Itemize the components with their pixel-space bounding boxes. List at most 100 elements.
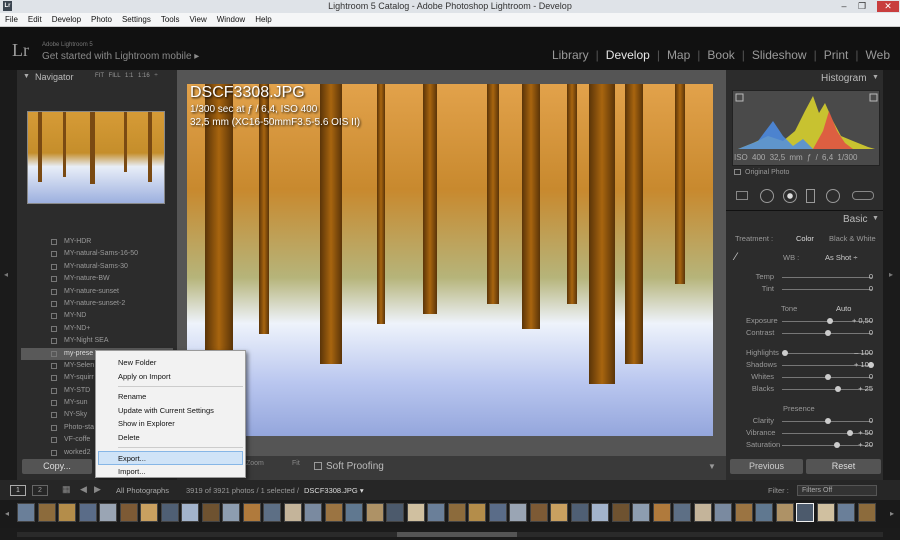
filmstrip-thumbnail[interactable] bbox=[58, 503, 76, 522]
menu-item-photo[interactable]: Photo bbox=[86, 13, 117, 27]
filmstrip-thumbnail[interactable] bbox=[263, 503, 281, 522]
filmstrip-thumbnail[interactable] bbox=[181, 503, 199, 522]
selected-filename[interactable]: DSCF3308.JPG ▾ bbox=[304, 486, 364, 495]
filmstrip-thumbnail[interactable] bbox=[468, 503, 486, 522]
filmstrip-thumbnail[interactable] bbox=[714, 503, 732, 522]
filmstrip-thumbnail[interactable] bbox=[591, 503, 609, 522]
module-slideshow[interactable]: Slideshow bbox=[752, 48, 807, 62]
filmstrip-thumbnail[interactable] bbox=[160, 503, 179, 522]
preset-item[interactable]: MY-natural-Sams-30 bbox=[21, 261, 173, 273]
preset-item[interactable]: MY-HDR bbox=[21, 236, 173, 248]
filmstrip-left-icon[interactable]: ◂ bbox=[5, 509, 9, 518]
slider-thumb-highlights[interactable] bbox=[782, 350, 788, 356]
filmstrip-thumbnail[interactable] bbox=[140, 503, 158, 522]
slider-value-exposure[interactable]: + 0,50 bbox=[833, 316, 873, 325]
collapse-left-icon[interactable]: ◂ bbox=[4, 270, 8, 279]
treatment-color-option[interactable]: Color bbox=[796, 234, 814, 243]
menu-item-window[interactable]: Window bbox=[212, 13, 250, 27]
adjustment-brush-icon[interactable] bbox=[852, 191, 874, 200]
filmstrip-thumbnail[interactable] bbox=[365, 503, 384, 522]
slider-value-whites[interactable]: 0 bbox=[833, 372, 873, 381]
module-book[interactable]: Book bbox=[707, 48, 734, 62]
filmstrip-thumbnail[interactable] bbox=[755, 503, 773, 522]
slider-value-clarity[interactable]: 0 bbox=[833, 416, 873, 425]
context-item-rename[interactable]: Rename bbox=[96, 390, 245, 404]
previous-button[interactable]: Previous bbox=[730, 459, 803, 474]
filmstrip-thumbnail[interactable] bbox=[386, 503, 404, 522]
context-item-apply-on-import[interactable]: Apply on Import bbox=[96, 370, 245, 384]
menu-item-edit[interactable]: Edit bbox=[23, 13, 47, 27]
filmstrip-thumbnail[interactable] bbox=[857, 503, 876, 522]
spot-removal-icon[interactable] bbox=[760, 189, 774, 203]
slider-value-tint[interactable]: 0 bbox=[833, 284, 873, 293]
filmstrip-thumbnail[interactable] bbox=[427, 503, 445, 522]
preset-item[interactable]: MY-ND bbox=[21, 310, 173, 322]
filmstrip-thumbnail[interactable] bbox=[447, 503, 466, 522]
preset-item[interactable]: MY-nature-sunset-2 bbox=[21, 298, 173, 310]
module-develop[interactable]: Develop bbox=[606, 48, 650, 62]
module-print[interactable]: Print bbox=[824, 48, 849, 62]
filmstrip-thumbnail[interactable] bbox=[345, 503, 363, 522]
filmstrip-thumbnail[interactable] bbox=[611, 503, 630, 522]
menu-item-file[interactable]: File bbox=[0, 13, 23, 27]
filmstrip-thumbnail[interactable] bbox=[37, 503, 56, 522]
filmstrip-thumbnail[interactable] bbox=[673, 503, 691, 522]
preset-item[interactable]: MY-ND+ bbox=[21, 323, 173, 335]
red-eye-icon[interactable] bbox=[783, 189, 797, 203]
filmstrip-thumbnail[interactable] bbox=[775, 503, 794, 522]
slider-value-saturation[interactable]: + 20 bbox=[833, 440, 873, 449]
mobile-promo-link[interactable]: Get started with Lightroom mobile ▸ bbox=[42, 51, 199, 62]
menu-item-help[interactable]: Help bbox=[250, 13, 276, 27]
navigator-preview[interactable] bbox=[27, 111, 165, 204]
filter-dropdown[interactable]: Filters Off bbox=[797, 485, 877, 496]
filmstrip-thumbnail[interactable] bbox=[570, 503, 589, 522]
filmstrip-scrollbar[interactable] bbox=[17, 532, 883, 537]
slider-value-contrast[interactable]: 0 bbox=[833, 328, 873, 337]
radial-filter-icon[interactable] bbox=[826, 189, 840, 203]
close-button[interactable]: ✕ bbox=[877, 1, 899, 12]
filmstrip-thumbnail[interactable] bbox=[17, 503, 35, 522]
filmstrip-thumbnail[interactable] bbox=[283, 503, 302, 522]
filmstrip-thumbnail[interactable] bbox=[304, 503, 322, 522]
preset-item[interactable]: MY-nature-BW bbox=[21, 273, 173, 285]
context-item-import[interactable]: Import... bbox=[96, 465, 245, 479]
collapse-right-icon[interactable]: ▸ bbox=[889, 270, 893, 279]
context-item-delete[interactable]: Delete bbox=[96, 431, 245, 445]
slider-thumb-contrast[interactable] bbox=[825, 330, 831, 336]
slider-thumb-whites[interactable] bbox=[825, 374, 831, 380]
navigator-header[interactable]: ▼ Navigator FIT FILL 1:1 1:16 ÷ bbox=[17, 70, 177, 86]
context-item-show-in-explorer[interactable]: Show in Explorer bbox=[96, 417, 245, 431]
menu-item-develop[interactable]: Develop bbox=[47, 13, 86, 27]
treatment-bw-option[interactable]: Black & White bbox=[829, 234, 876, 243]
auto-button[interactable]: Auto bbox=[836, 304, 851, 313]
original-photo-checkbox[interactable] bbox=[734, 169, 741, 175]
slider-value-blacks[interactable]: + 25 bbox=[833, 384, 873, 393]
filmstrip-thumbnail[interactable] bbox=[509, 503, 527, 522]
slider-value-vibrance[interactable]: + 50 bbox=[833, 428, 873, 437]
context-item-export[interactable]: Export... bbox=[98, 451, 243, 465]
back-arrow-icon[interactable]: ◀ bbox=[80, 484, 87, 495]
filmstrip-thumbnail[interactable] bbox=[324, 503, 343, 522]
main-photo[interactable] bbox=[187, 84, 713, 436]
graduated-filter-icon[interactable] bbox=[806, 189, 815, 203]
preset-item[interactable]: MY-Night SEA bbox=[21, 335, 173, 347]
soft-proofing-checkbox[interactable] bbox=[314, 462, 322, 470]
context-item-update-with-current-settings[interactable]: Update with Current Settings bbox=[96, 404, 245, 418]
filmstrip-thumbnail[interactable] bbox=[78, 503, 97, 522]
preset-item[interactable]: MY-nature-sunset bbox=[21, 286, 173, 298]
filmstrip-thumbnail[interactable] bbox=[406, 503, 425, 522]
wb-dropdown[interactable]: As Shot ÷ bbox=[825, 253, 857, 262]
preset-item[interactable]: MY-natural-Sams-16-50 bbox=[21, 248, 173, 260]
filmstrip-right-icon[interactable]: ▸ bbox=[890, 509, 894, 518]
filmstrip-thumbnail[interactable] bbox=[222, 503, 240, 522]
slider-thumb-exposure[interactable] bbox=[826, 318, 833, 324]
basic-toggle-icon[interactable]: ▼ bbox=[872, 215, 879, 222]
filmstrip-thumbnail[interactable] bbox=[734, 503, 753, 522]
menu-item-view[interactable]: View bbox=[185, 13, 212, 27]
context-item-new-folder[interactable]: New Folder bbox=[96, 356, 245, 370]
filmstrip-thumbnail[interactable] bbox=[693, 503, 712, 522]
reset-button[interactable]: Reset bbox=[806, 459, 881, 474]
filmstrip-thumbnail[interactable] bbox=[550, 503, 568, 522]
window-2-button[interactable]: 2 bbox=[32, 485, 48, 496]
window-1-button[interactable]: 1 bbox=[10, 485, 26, 496]
